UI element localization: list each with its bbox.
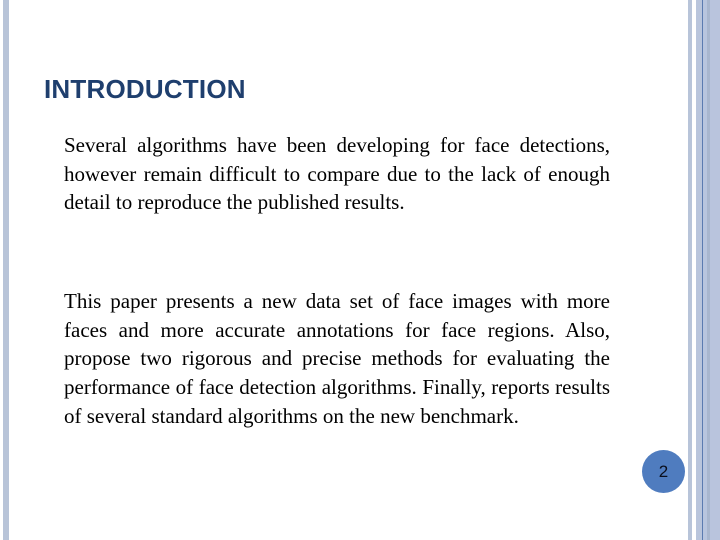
- slide-title: INTRODUCTION: [44, 74, 246, 104]
- left-decorative-bar: [3, 0, 9, 540]
- page-number-badge: 2: [642, 450, 685, 493]
- right-decorative-stripe: [710, 0, 720, 540]
- slide: INTRODUCTION Several algorithms have bee…: [0, 0, 720, 540]
- page-number: 2: [658, 461, 669, 481]
- body-paragraph-1: Several algorithms have been developing …: [64, 133, 610, 215]
- right-decorative-stripe: [688, 0, 692, 540]
- body-paragraph-2: This paper presents a new data set of fa…: [64, 289, 610, 428]
